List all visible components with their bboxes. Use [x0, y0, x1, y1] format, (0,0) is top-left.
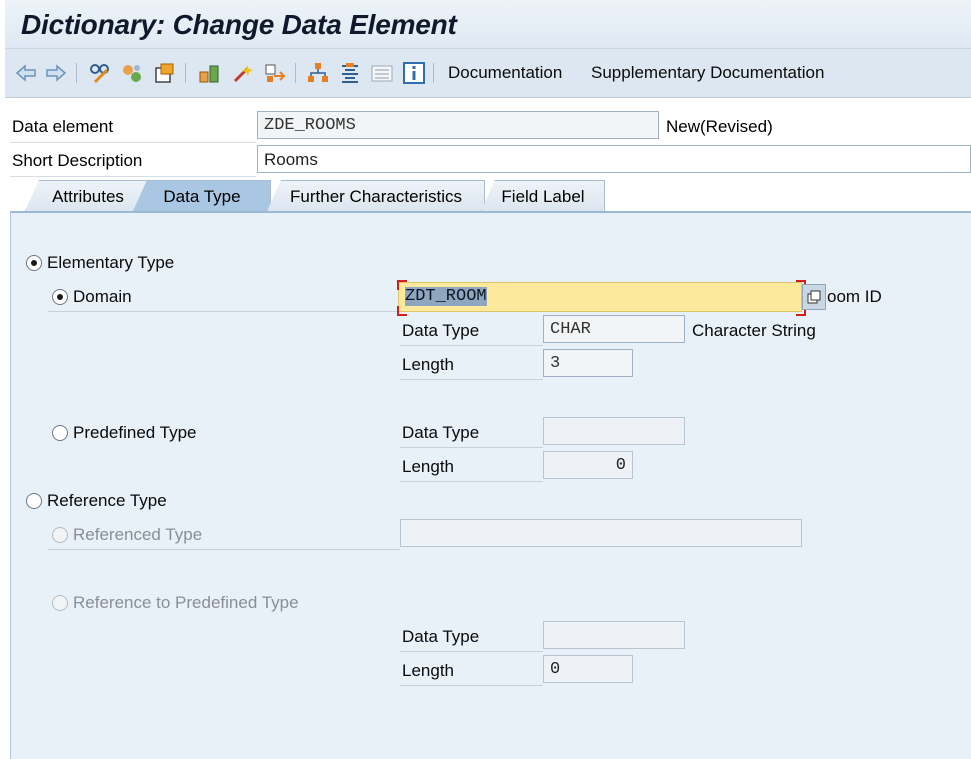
indent-icon[interactable]: [339, 62, 361, 84]
domain-data-type-field: CHAR: [543, 315, 685, 343]
activate-icon[interactable]: [153, 62, 175, 84]
label-underline: [400, 685, 543, 686]
info-icon[interactable]: [403, 62, 425, 84]
domain-description: oom ID: [827, 287, 882, 306]
tab-further-characteristics[interactable]: Further Characteristics: [267, 180, 485, 211]
tab-data-type[interactable]: Data Type: [133, 180, 271, 211]
reference-type-radio[interactable]: [26, 493, 42, 509]
label-underline: [400, 651, 543, 652]
toolbar-separator: [185, 63, 186, 83]
domain-data-type-label: Data Type: [402, 321, 480, 340]
tab-strip: Attributes Data Type Further Characteris…: [5, 180, 971, 211]
domain-value: ZDT_ROOM: [405, 287, 487, 306]
check-icon[interactable]: [198, 62, 220, 84]
data-element-field[interactable]: ZDE_ROOMS: [257, 111, 659, 139]
label-underline: [400, 379, 543, 380]
referenced-type-radio: [52, 527, 68, 543]
status-text: New(Revised): [666, 117, 773, 136]
predefined-data-type-field: [543, 417, 685, 445]
label-underline: [10, 176, 256, 177]
toolbar-separator: [295, 63, 296, 83]
label-underline: [10, 142, 256, 143]
ref-data-type-field: [543, 621, 685, 649]
label-underline: [48, 311, 398, 312]
referenced-type-label: Referenced Type: [73, 525, 203, 544]
display-change-icon[interactable]: [89, 62, 111, 84]
predefined-length-label: Length: [402, 457, 454, 476]
elementary-type-radio[interactable]: [26, 255, 42, 271]
label-underline: [48, 549, 400, 550]
back-arrow-icon[interactable]: [15, 62, 37, 84]
application-toolbar: Documentation Supplementary Documentatio…: [5, 49, 971, 98]
toolbar-separator: [433, 63, 434, 83]
page-title: Dictionary: Change Data Element: [21, 9, 457, 40]
toolbar-separator: [76, 63, 77, 83]
where-used-icon[interactable]: [264, 62, 286, 84]
focus-corner: [397, 280, 407, 290]
predefined-data-type-label: Data Type: [402, 423, 480, 442]
reference-type-label: Reference Type: [47, 491, 167, 510]
label-underline: [400, 447, 543, 448]
domain-label: Domain: [73, 287, 132, 306]
focus-corner: [397, 306, 407, 316]
reference-predefined-label: Reference to Predefined Type: [73, 593, 299, 612]
domain-data-type-text: Character String: [692, 321, 816, 340]
label-underline: [400, 345, 543, 346]
elementary-type-label: Elementary Type: [47, 253, 175, 272]
domain-length-field: 3: [543, 349, 633, 377]
predefined-type-label: Predefined Type: [73, 423, 197, 442]
other-object-icon[interactable]: [121, 62, 143, 84]
domain-length-label: Length: [402, 355, 454, 374]
short-description-label: Short Description: [12, 151, 143, 170]
domain-input[interactable]: ZDT_ROOM: [398, 282, 802, 312]
data-element-label: Data element: [12, 117, 114, 136]
list-icon[interactable]: [371, 62, 393, 84]
ref-data-type-label: Data Type: [402, 627, 480, 646]
ref-length-field: 0: [543, 655, 633, 683]
short-description-field[interactable]: Rooms: [257, 145, 971, 173]
reference-predefined-radio: [52, 595, 68, 611]
forward-arrow-icon[interactable]: [45, 62, 67, 84]
tab-field-label[interactable]: Field Label: [481, 180, 605, 211]
domain-radio[interactable]: [52, 289, 68, 305]
value-help-icon: [807, 290, 821, 304]
test-icon[interactable]: [232, 62, 254, 84]
title-bar: Dictionary: Change Data Element: [5, 0, 971, 49]
predefined-type-radio[interactable]: [52, 425, 68, 441]
predefined-length-field: 0: [543, 451, 633, 479]
label-underline: [400, 481, 543, 482]
header-area: Data element ZDE_ROOMS New(Revised) Shor…: [5, 98, 971, 177]
documentation-button[interactable]: Documentation: [448, 63, 562, 83]
ref-length-label: Length: [402, 661, 454, 680]
supplementary-documentation-button[interactable]: Supplementary Documentation: [591, 63, 824, 83]
referenced-type-field: [400, 519, 802, 547]
hierarchy-icon[interactable]: [307, 62, 329, 84]
tab-attributes[interactable]: Attributes: [25, 180, 151, 211]
value-help-button[interactable]: [802, 284, 826, 310]
